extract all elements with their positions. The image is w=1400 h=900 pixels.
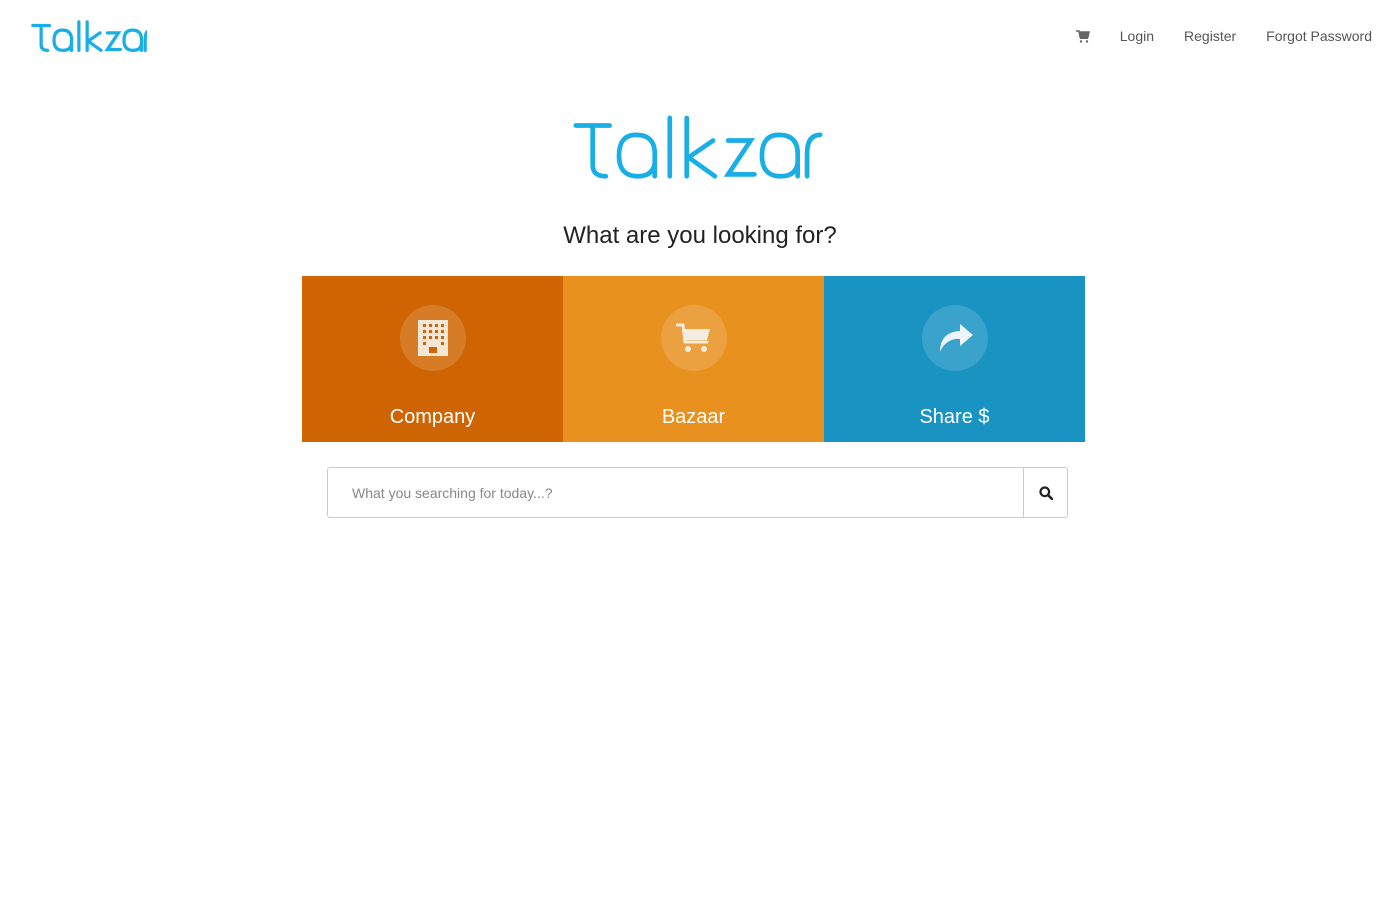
search-icon bbox=[1038, 485, 1053, 500]
hero-logo bbox=[573, 115, 823, 179]
tile-icon-circle bbox=[660, 305, 727, 371]
login-link[interactable]: Login bbox=[1120, 26, 1154, 46]
tile-label: Bazaar bbox=[661, 406, 726, 428]
share-arrow-icon bbox=[939, 324, 973, 352]
shopping-cart-icon bbox=[675, 323, 710, 352]
tile-icon-circle bbox=[921, 305, 988, 371]
tile-company[interactable]: Company bbox=[302, 276, 563, 442]
category-tiles: Company Bazaar Share $ bbox=[302, 276, 1085, 442]
nav-links: Login Register Forgot Password bbox=[1075, 26, 1372, 46]
page-headline: What are you looking for? bbox=[563, 222, 837, 249]
tile-share[interactable]: Share $ bbox=[824, 276, 1085, 442]
navbar: Login Register Forgot Password bbox=[0, 0, 1400, 75]
brand-logo[interactable] bbox=[31, 18, 147, 56]
forgot-password-link[interactable]: Forgot Password bbox=[1266, 26, 1372, 46]
tile-bazaar[interactable]: Bazaar bbox=[563, 276, 824, 442]
tile-label: Share $ bbox=[919, 406, 990, 428]
search-bar bbox=[327, 467, 1068, 518]
register-link[interactable]: Register bbox=[1184, 26, 1236, 46]
search-input[interactable] bbox=[328, 468, 1023, 517]
building-icon bbox=[417, 320, 448, 356]
tile-icon-circle bbox=[399, 305, 466, 371]
tile-label: Company bbox=[389, 406, 476, 428]
cart-icon[interactable] bbox=[1075, 28, 1092, 44]
search-button[interactable] bbox=[1023, 468, 1067, 517]
